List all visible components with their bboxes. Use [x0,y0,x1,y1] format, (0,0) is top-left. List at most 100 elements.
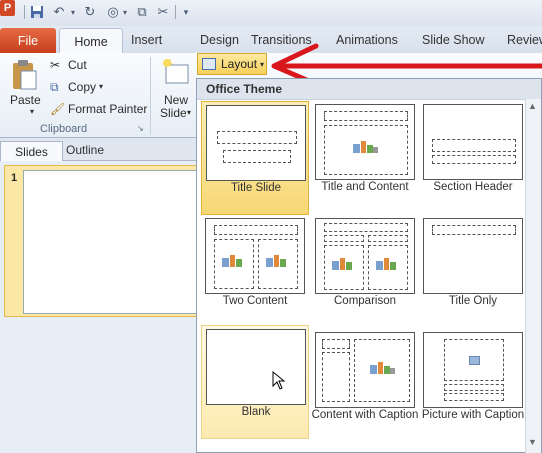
caption-placeholder [444,393,504,401]
content-placeholder-right [368,245,408,290]
powerpoint-app-icon[interactable]: P [0,0,15,16]
content-placeholder [324,125,408,175]
undo-icon[interactable]: ↶ [50,3,68,21]
layout-comparison[interactable]: Comparison [311,215,419,329]
new-slide-icon[interactable] [160,57,192,89]
layout-label: Title Slide [230,182,282,194]
layout-label: Picture with Caption [421,409,525,421]
cut-icon[interactable]: ✂ [155,3,171,21]
content-icons [332,258,358,274]
new-slide-label-line2[interactable]: Slide [160,106,187,120]
layout-content-with-caption[interactable]: Content with Caption [311,329,419,443]
group-divider [150,57,151,135]
title-placeholder [322,339,350,349]
content-icons [370,362,396,378]
clipboard-group-label: Clipboard [40,123,88,135]
tab-design[interactable]: Design [200,33,239,47]
layout-icon [202,58,216,70]
layout-preview [423,104,523,180]
content-placeholder-left [324,245,364,290]
undo-dropdown-icon[interactable]: ▾ [68,3,78,21]
paste-dropdown-icon[interactable]: ▾ [30,107,34,116]
format-painter-button[interactable]: Format Painter [68,102,147,116]
layout-title-only[interactable]: Title Only [419,215,527,329]
picture-icon [469,356,480,365]
content-placeholder [354,339,410,402]
tab-home[interactable]: Home [59,28,123,55]
text-placeholder [432,155,516,164]
tab-slides[interactable]: Slides [0,141,63,161]
layout-label: Blank [241,406,271,418]
heading-placeholder-right [368,235,408,242]
slide-thumbnail[interactable] [23,170,197,314]
gallery-scrollbar[interactable]: ▲ ▼ [525,99,541,453]
customize-toolbar-icon[interactable]: ▾ [180,3,192,21]
layout-preview [315,104,415,180]
layout-two-content[interactable]: Two Content [201,215,309,329]
title-placeholder [324,111,408,121]
layout-section-header[interactable]: Section Header [419,101,527,215]
heading-placeholder-left [324,235,364,242]
content-icons [266,255,292,271]
layout-preview [206,105,306,181]
slides-pane: 1 [0,161,198,453]
layout-label: Title and Content [321,181,409,193]
layout-title-slide[interactable]: Title Slide [201,101,309,215]
toolbar-divider [175,5,176,19]
content-icons [353,141,379,157]
layout-blank[interactable]: Blank [201,325,309,439]
subtitle-placeholder [223,150,291,163]
layout-label: Comparison [334,295,396,307]
slides-pane-tabs: Slides Outline [0,138,196,161]
save-icon[interactable] [29,3,45,21]
layout-dropdown-icon: ▾ [260,59,265,69]
cut-icon[interactable]: ✂ [50,58,60,72]
layout-label: Two Content [222,295,288,307]
new-slide-dropdown-icon[interactable]: ▾ [187,108,191,117]
tab-insert[interactable]: Insert [131,33,162,47]
caption-placeholder [322,352,350,402]
layout-preview [206,329,306,405]
layout-preview [205,218,305,294]
layout-label: Content with Caption [311,409,419,421]
copy-dropdown-icon[interactable]: ▾ [99,82,103,91]
redo-icon[interactable]: ↻ [82,3,98,21]
title-placeholder [432,139,516,152]
layout-preview [315,332,415,408]
paste-icon[interactable] [10,59,38,91]
dialog-launcher-icon[interactable]: ↘ [137,124,144,133]
cut-button[interactable]: Cut [68,58,87,72]
layout-label: Section Header [433,181,513,193]
copy-icon[interactable]: ⧉ [50,80,59,95]
content-placeholder-left [214,239,254,289]
layout-button[interactable]: Layout ▾ [197,53,267,75]
layout-picture-with-caption[interactable]: Picture with Caption [419,329,527,443]
layout-label: Layout [221,57,258,71]
copy-button[interactable]: Copy [68,80,96,94]
paste-button[interactable]: Paste [10,93,41,107]
tab-outline[interactable]: Outline [66,143,104,157]
content-placeholder-right [258,239,298,289]
gallery-title: Office Theme [206,82,283,96]
layout-preview [423,332,523,408]
title-placeholder [214,225,298,235]
picture-placeholder [444,339,504,381]
layout-preview [315,218,415,294]
tab-file[interactable]: File [0,28,56,53]
slide-thumbnail-selected[interactable]: 1 [4,165,198,317]
gallery-header: Office Theme [197,79,541,100]
content-icons [376,258,402,274]
content-icons [222,255,248,271]
dropdown-icon[interactable]: ▾ [120,3,130,21]
scroll-down-icon[interactable]: ▼ [528,437,537,447]
new-slide-label-line1[interactable]: New [164,93,188,107]
copy-icon[interactable]: ⧉ [134,3,150,21]
layout-preview [423,218,523,294]
title-placeholder [217,131,297,144]
scroll-up-icon[interactable]: ▲ [528,101,537,111]
toolbar-divider [24,5,25,19]
title-placeholder [444,384,504,391]
quick-access-toolbar: P ↶ ▾ ↻ ◎ ▾ ⧉ ✂ ▾ [0,0,542,26]
layout-title-and-content[interactable]: Title and Content [311,101,419,215]
format-painter-icon[interactable]: 🖌 [50,102,65,116]
